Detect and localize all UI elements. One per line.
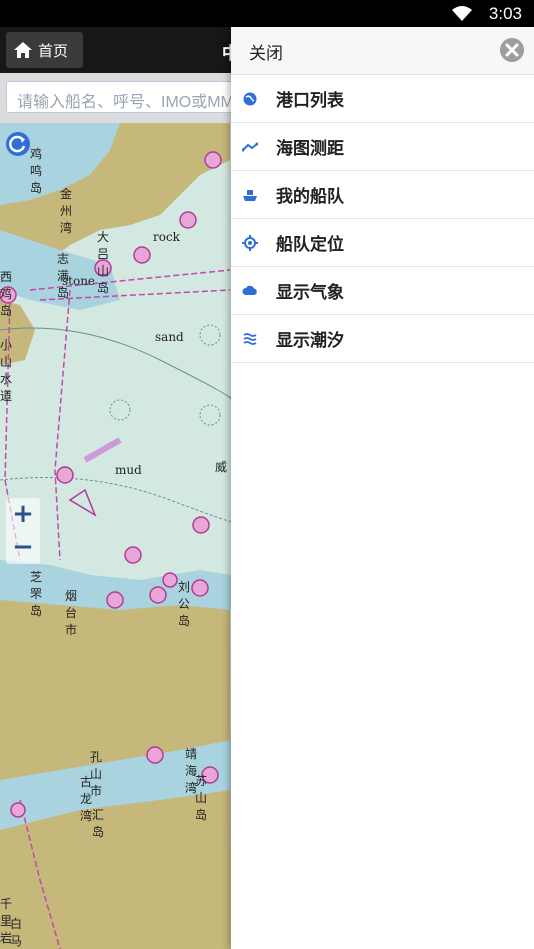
zoom-control: + − <box>6 498 40 564</box>
tide-icon <box>241 330 259 348</box>
map-label: 西鸡岛 <box>0 270 13 318</box>
home-button[interactable]: 首页 <box>6 32 83 68</box>
map-label: 白马 <box>10 917 23 948</box>
status-time: 3:03 <box>488 4 522 23</box>
status-bar: 3:03 <box>0 0 534 27</box>
ruler-line-icon <box>241 138 259 156</box>
drawer-header: 关闭 <box>231 27 534 75</box>
map-label: rock <box>153 230 180 244</box>
menu-item-my-fleet[interactable]: 我的船队 <box>231 171 534 219</box>
map-label: 小山水道 <box>0 338 13 403</box>
ship-icon <box>241 186 259 204</box>
map-label: 大吕山岛 <box>97 230 110 295</box>
cloud-icon <box>241 282 259 300</box>
map-label: 鸡鸣岛 <box>30 147 43 195</box>
map-label: 刘公岛 <box>178 580 191 628</box>
close-icon[interactable] <box>500 38 524 62</box>
map-label: 金州湾 <box>60 187 73 235</box>
map-label: 汇岛 <box>92 808 105 839</box>
menu-item-label: 显示气象 <box>276 283 344 303</box>
locate-icon <box>241 234 259 252</box>
map-label: sand <box>155 330 184 344</box>
home-label: 首页 <box>38 41 69 60</box>
wifi-icon <box>452 6 472 21</box>
menu-item-label: 我的船队 <box>276 187 344 207</box>
menu-item-label: 船队定位 <box>276 235 344 255</box>
close-label[interactable]: 关闭 <box>249 39 283 64</box>
menu-item-label: 港口列表 <box>276 91 344 111</box>
menu-item-fleet-locate[interactable]: 船队定位 <box>231 219 534 267</box>
home-icon <box>14 42 32 58</box>
menu-item-show-tide[interactable]: 显示潮汐 <box>231 315 534 363</box>
zoom-in-button[interactable]: + <box>6 498 40 531</box>
map-label: 烟台市 <box>65 589 78 637</box>
map-label: stone <box>62 274 96 288</box>
side-drawer: 关闭 港口列表 海图测距 我的船队 船队定位 显示气象 显示潮汐 <box>231 27 534 949</box>
map-label: 苏山岛 <box>195 774 208 822</box>
menu-item-port-list[interactable]: 港口列表 <box>231 75 534 123</box>
refresh-icon[interactable] <box>5 131 31 157</box>
map-label: 威 <box>215 460 228 474</box>
menu-item-label: 显示潮汐 <box>276 331 344 351</box>
menu-item-label: 海图测距 <box>276 139 344 159</box>
menu-item-chart-ranging[interactable]: 海图测距 <box>231 123 534 171</box>
menu-item-show-weather[interactable]: 显示气象 <box>231 267 534 315</box>
map-label: 古龙湾 <box>80 775 93 823</box>
zoom-out-button[interactable]: − <box>6 531 40 564</box>
map-label: mud <box>115 463 142 477</box>
globe-icon <box>241 90 259 108</box>
search-input[interactable]: 请输入船名、呼号、IMO或MMSI <box>6 81 266 113</box>
map-label: 芝罘岛 <box>30 570 43 618</box>
